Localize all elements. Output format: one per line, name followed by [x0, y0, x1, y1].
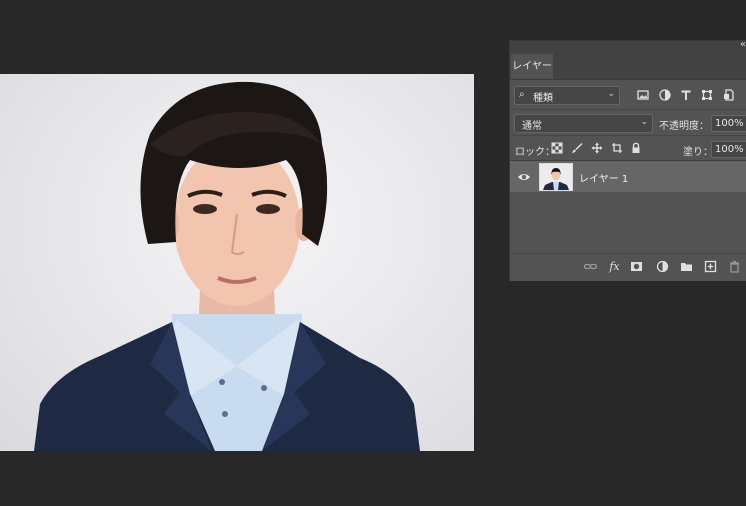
adjustment-filter-icon[interactable] [659, 89, 671, 101]
fill-input[interactable]: 100% [711, 141, 746, 158]
eye-icon[interactable] [517, 169, 531, 183]
delete-layer-icon[interactable] [728, 260, 741, 273]
search-icon: ⌕ [519, 89, 525, 100]
new-adjustment-layer-icon[interactable] [656, 260, 669, 273]
filter-row: ⌕ 種類 ⌄ [510, 83, 746, 107]
fill-label: 塗り： [683, 147, 713, 158]
lock-label: ロック： [515, 147, 555, 158]
opacity-input[interactable]: 100% [711, 115, 746, 132]
layers-list: レイヤー 1 [510, 160, 746, 253]
canvas-photo[interactable] [0, 74, 474, 451]
chevron-down-icon: ⌄ [607, 89, 615, 99]
shape-filter-icon[interactable] [701, 89, 713, 101]
add-mask-icon[interactable] [630, 260, 643, 273]
portrait-illustration [34, 81, 420, 451]
lock-position-icon[interactable] [591, 142, 603, 154]
image-filter-icon[interactable] [637, 89, 649, 101]
layers-panel: « レイヤー ⌕ 種類 ⌄ 通常 ⌄ 不透明度： 100% ロック： 塗り： 1… [509, 39, 746, 281]
lock-transparent-pixels-icon[interactable] [551, 142, 563, 154]
layer-thumbnail[interactable] [539, 163, 573, 191]
chevron-down-icon: ⌄ [640, 117, 648, 127]
new-layer-icon[interactable] [704, 260, 717, 273]
fx-icon[interactable]: fx [608, 260, 621, 273]
panel-footer: fx [510, 253, 746, 279]
blend-row: 通常 ⌄ 不透明度： 100% [510, 109, 746, 134]
panel-title-bar[interactable]: « [510, 39, 746, 52]
lock-image-pixels-icon[interactable] [571, 142, 583, 154]
lock-row: ロック： 塗り： 100% [510, 135, 746, 160]
link-layers-icon[interactable] [583, 260, 598, 273]
blend-mode-value: 通常 [522, 121, 542, 132]
layer-name[interactable]: レイヤー 1 [579, 170, 628, 185]
new-group-icon[interactable] [680, 260, 693, 273]
tab-layers[interactable]: レイヤー [511, 54, 553, 79]
opacity-label: 不透明度： [659, 121, 709, 132]
filter-kind-label: 種類 [533, 93, 553, 104]
lock-artboard-icon[interactable] [611, 142, 623, 154]
type-filter-icon[interactable] [680, 89, 692, 101]
lock-all-icon[interactable] [630, 142, 642, 154]
panel-tab-row: レイヤー [510, 52, 746, 80]
filter-kind-select[interactable]: ⌕ 種類 ⌄ [514, 86, 620, 105]
layer-row[interactable]: レイヤー 1 [510, 161, 746, 192]
collapse-panel-icon[interactable]: « [740, 39, 746, 50]
blend-mode-select[interactable]: 通常 ⌄ [514, 114, 653, 133]
smart-object-filter-icon[interactable] [723, 89, 735, 101]
